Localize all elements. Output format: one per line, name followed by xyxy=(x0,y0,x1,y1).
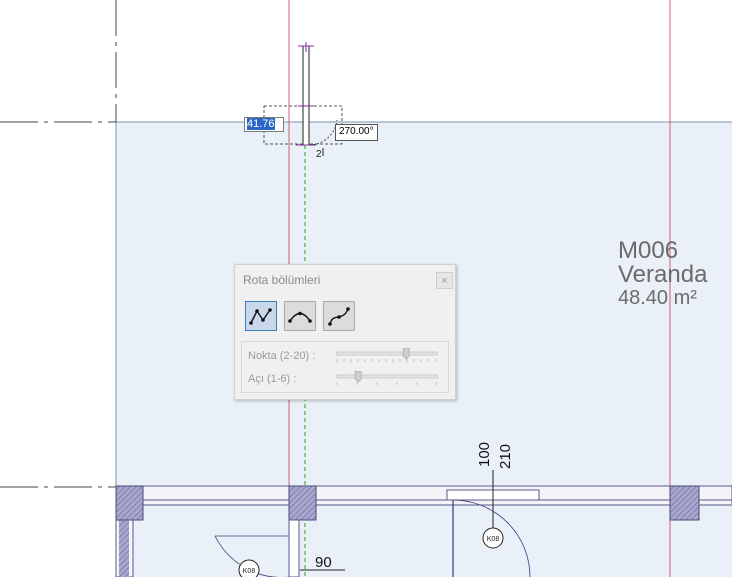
dim-label-90: 90 xyxy=(315,554,332,571)
vertex-marker: 2 xyxy=(316,149,322,160)
room-area: 48.40 m² xyxy=(618,287,697,309)
door-jamb-post xyxy=(288,519,300,577)
mode-toolbar xyxy=(245,301,355,331)
arc-mode-button[interactable] xyxy=(284,301,316,331)
length-input[interactable]: 41.76 xyxy=(244,117,284,132)
wall-band xyxy=(115,485,732,506)
angle-count-label: Açı (1-6) : xyxy=(248,373,297,385)
angle-count-slider[interactable] xyxy=(336,371,438,387)
point-count-slider[interactable] xyxy=(336,348,438,364)
route-segments-panel[interactable]: Rota bölümleri × Nokta (2-20): Açı (1-6… xyxy=(234,264,456,400)
angle-readout: 270.00° xyxy=(335,124,378,141)
column-1 xyxy=(115,485,144,521)
polyline-icon xyxy=(249,308,272,325)
wall-preview-shape xyxy=(302,45,310,146)
room-label[interactable]: M006 Veranda 48.40 m² xyxy=(618,237,708,310)
column-2 xyxy=(288,485,317,521)
segment-options-group: Nokta (2-20) : Açı (1-6) : xyxy=(241,341,449,393)
dim-label-100: 100 xyxy=(476,442,493,467)
door-tag-1: K08 xyxy=(487,536,500,543)
point-count-thumb[interactable] xyxy=(402,348,410,360)
left-wall-hatch xyxy=(119,520,129,577)
length-input-value: 41.76 xyxy=(247,118,275,130)
point-count-label: Nokta (2-20) : xyxy=(248,350,316,362)
arc-icon xyxy=(288,311,312,323)
angle-count-thumb[interactable] xyxy=(354,371,362,383)
room-number: M006 xyxy=(618,237,679,264)
polyline-mode-button[interactable] xyxy=(245,301,277,331)
room-name: Veranda xyxy=(618,261,708,288)
spline-icon xyxy=(328,307,350,326)
column-3 xyxy=(669,485,700,521)
panel-title: Rota bölümleri xyxy=(243,273,321,287)
dim-label-210: 210 xyxy=(497,444,514,469)
close-button[interactable]: × xyxy=(436,272,453,289)
spline-mode-button[interactable] xyxy=(323,301,355,331)
door-tag-2: K08 xyxy=(243,568,256,575)
